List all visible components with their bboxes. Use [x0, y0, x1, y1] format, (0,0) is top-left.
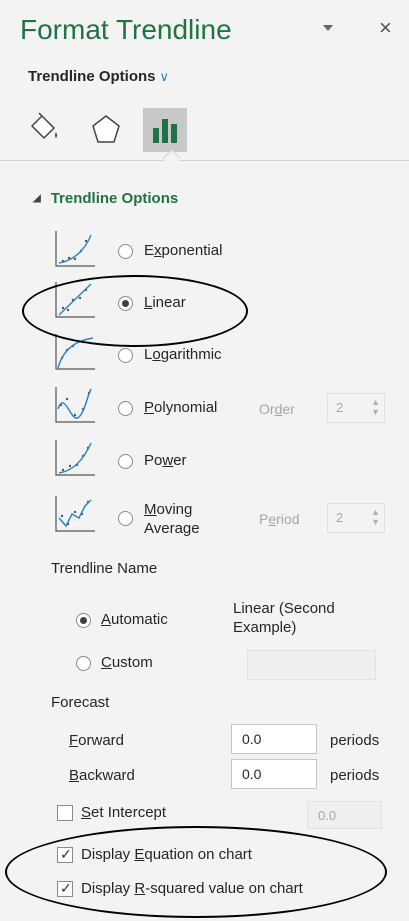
pentagon-icon[interactable]: [89, 112, 123, 146]
radio-moving-average[interactable]: [118, 511, 133, 526]
radio-automatic-name[interactable]: [76, 613, 91, 628]
highlight-ellipse-linear: [22, 275, 248, 347]
spinner-arrows-icon: ▲ ▼: [371, 397, 380, 417]
options-dropdown-label: Trendline Options: [28, 68, 156, 85]
label-power[interactable]: Power: [144, 452, 187, 469]
polynomial-trend-icon: [55, 387, 95, 423]
forward-unit: periods: [330, 732, 380, 749]
intercept-value: 0.0: [318, 808, 337, 823]
options-dropdown[interactable]: Trendline Options ∨: [28, 68, 169, 85]
collapse-triangle-icon: ◢: [33, 193, 41, 204]
bar-chart-icon: [153, 119, 177, 143]
paint-bucket-icon[interactable]: [28, 112, 62, 146]
label-polynomial[interactable]: Polynomial: [144, 399, 217, 416]
label-exponential[interactable]: Exponential: [144, 242, 222, 259]
pane-title: Format Trendline: [20, 14, 232, 45]
power-trend-icon: [55, 440, 95, 476]
label-forward: Forward: [69, 732, 125, 749]
order-label: Order: [259, 401, 295, 417]
label-backward: Backward: [69, 767, 135, 784]
order-spinner[interactable]: 2 ▲ ▼: [327, 393, 385, 423]
highlight-ellipse-display-options: [5, 826, 387, 918]
radio-logarithmic[interactable]: [118, 348, 133, 363]
trendline-name-heading: Trendline Name: [51, 560, 158, 577]
period-spinner[interactable]: 2 ▲ ▼: [327, 503, 385, 533]
tab-divider: [0, 160, 409, 161]
spinner-arrows-icon: ▲ ▼: [371, 507, 380, 527]
custom-name-input[interactable]: [247, 650, 376, 680]
period-value: 2: [336, 510, 344, 525]
chevron-down-icon: ∨: [159, 69, 170, 84]
order-value: 2: [336, 400, 344, 415]
radio-polynomial[interactable]: [118, 401, 133, 416]
automatic-name-value: Linear (Second Example): [233, 600, 335, 636]
radio-exponential[interactable]: [118, 244, 133, 259]
moving-average-trend-icon: [55, 496, 95, 532]
label-logarithmic[interactable]: Logarithmic: [144, 346, 222, 363]
tab-trendline-options[interactable]: [143, 108, 187, 152]
backward-input[interactable]: 0.0: [231, 759, 317, 789]
forward-input[interactable]: 0.0: [231, 724, 317, 754]
radio-power[interactable]: [118, 454, 133, 469]
label-moving-average[interactable]: Moving Average: [144, 500, 200, 538]
intercept-input[interactable]: 0.0: [307, 801, 382, 829]
close-icon[interactable]: ×: [379, 15, 392, 41]
label-set-intercept[interactable]: Set Intercept: [81, 804, 166, 821]
period-label: Period: [259, 511, 300, 527]
label-custom[interactable]: Custom: [101, 654, 153, 671]
pane-options-chevron-icon[interactable]: [323, 25, 333, 31]
section-title: Trendline Options: [50, 190, 179, 207]
set-intercept-checkbox[interactable]: [57, 805, 73, 821]
radio-custom-name[interactable]: [76, 656, 91, 671]
label-automatic[interactable]: Automatic: [101, 611, 168, 628]
backward-unit: periods: [330, 767, 380, 784]
tab-pointer: [162, 149, 181, 168]
forecast-heading: Forecast: [51, 694, 110, 711]
section-trendline-options[interactable]: ◢ Trendline Options: [33, 190, 178, 207]
exponential-trend-icon: [55, 231, 95, 267]
